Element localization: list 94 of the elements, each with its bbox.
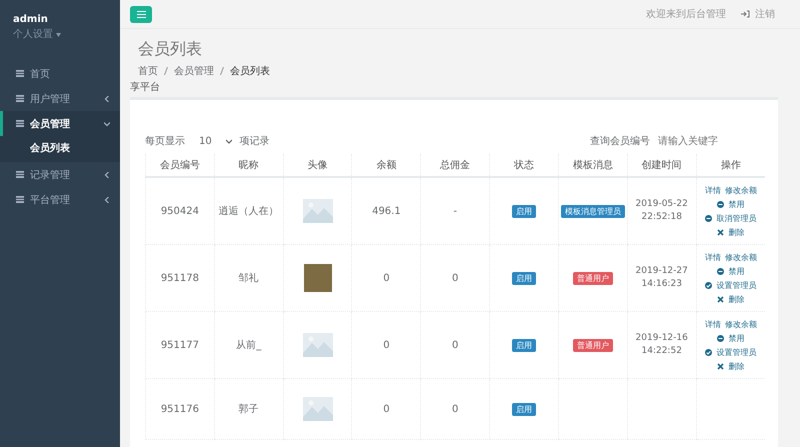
- balance: 496.1: [372, 206, 401, 216]
- action-link[interactable]: 删除: [728, 294, 744, 304]
- welcome-text: 欢迎来到后台管理: [646, 8, 726, 21]
- column-header: 昵称: [214, 154, 284, 177]
- ghost-text: 享平台: [130, 82, 160, 94]
- separator-icon: [164, 67, 168, 75]
- grid-icon: [16, 95, 24, 102]
- separator-icon: [220, 67, 224, 75]
- cross-icon: [717, 296, 724, 302]
- column-header: 会员编号: [146, 154, 214, 177]
- minus-circle-icon: [717, 334, 724, 342]
- member-id: 951176: [160, 404, 199, 414]
- action-link[interactable]: 修改余额: [724, 318, 757, 330]
- page-title: 会员列表: [138, 39, 203, 60]
- status-label: 启用: [512, 204, 536, 218]
- nav-item[interactable]: 用户管理: [0, 86, 120, 111]
- role-label: 普通用户: [572, 338, 613, 352]
- action-link[interactable]: 设置管理员: [716, 346, 756, 358]
- chevron-down-icon: [226, 138, 232, 144]
- nav-item[interactable]: 平台管理: [0, 187, 120, 212]
- member-id: 950424: [160, 206, 199, 216]
- column-header: 创建时间: [627, 154, 696, 177]
- column-header: 头像: [283, 154, 352, 177]
- column-header: 总佣金: [420, 154, 490, 177]
- search-field[interactable]: 请输入关键字: [656, 134, 730, 148]
- page-size-label: 每页显示: [145, 135, 185, 148]
- column-header: 余额: [352, 154, 421, 177]
- column-header: 模板消息: [558, 154, 628, 177]
- action-link[interactable]: 修改余额: [724, 184, 757, 196]
- grid-icon: [16, 171, 24, 178]
- caret-down-icon: [56, 33, 62, 37]
- minus-circle-icon: [717, 268, 724, 274]
- action-link[interactable]: 设置管理员: [716, 280, 756, 290]
- logout-icon: [741, 10, 750, 18]
- balance: 0: [383, 404, 390, 414]
- action-link[interactable]: 禁用: [728, 332, 744, 344]
- nickname: 逍逅（人在）: [218, 206, 279, 217]
- check-circle-icon: [705, 348, 712, 356]
- column-header: 操作: [696, 154, 765, 177]
- action-link[interactable]: 禁用: [728, 198, 744, 210]
- status-label: 启用: [512, 338, 536, 352]
- commission: 0: [452, 404, 458, 414]
- user-name: admin: [13, 14, 49, 25]
- grid-icon: [16, 70, 24, 77]
- grid-icon: [16, 196, 24, 203]
- balance: 0: [383, 340, 390, 350]
- cross-icon: [717, 228, 724, 236]
- member-id: 951178: [160, 272, 199, 284]
- page-size-suffix: 项记录: [240, 135, 270, 148]
- nickname: 邹礼: [238, 273, 259, 284]
- column-header: 状态: [490, 154, 558, 177]
- grid-icon: [16, 120, 24, 127]
- settings-link[interactable]: 个人设置: [13, 27, 120, 41]
- search-label: 查询会员编号: [590, 134, 650, 148]
- created-time: 2019-05-22 22:52:18: [636, 199, 688, 222]
- member-id: 951177: [160, 340, 199, 350]
- balance: 0: [383, 272, 390, 284]
- action-link[interactable]: 详情: [704, 318, 721, 330]
- menu-button[interactable]: [130, 6, 152, 22]
- action-link[interactable]: 删除: [728, 360, 744, 372]
- nav-item[interactable]: 会员管理: [0, 111, 120, 136]
- commission: 0: [452, 272, 458, 284]
- status-label: 启用: [512, 402, 536, 416]
- chevron-left-icon: [104, 96, 110, 102]
- nav-item[interactable]: 首页: [0, 61, 120, 86]
- nav-item[interactable]: 记录管理: [0, 162, 120, 187]
- breadcrumb-item[interactable]: 会员管理: [174, 64, 214, 78]
- minus-circle-icon: [705, 214, 712, 222]
- action-link[interactable]: 取消管理员: [716, 212, 756, 224]
- status-label: 启用: [512, 272, 536, 284]
- check-circle-icon: [705, 282, 712, 288]
- cross-icon: [717, 362, 724, 370]
- page-size-select[interactable]: 10: [191, 136, 234, 146]
- nickname: 从前_: [236, 340, 262, 351]
- created-time: 2019-12-16 14:22:52: [636, 333, 688, 356]
- action-link[interactable]: 详情: [704, 252, 721, 262]
- chevron-down-icon: [104, 120, 110, 126]
- menu-icon: [136, 10, 146, 18]
- commission: 0: [452, 340, 458, 350]
- action-link[interactable]: 详情: [704, 184, 721, 196]
- action-link[interactable]: 修改余额: [724, 252, 757, 262]
- action-link[interactable]: 删除: [728, 226, 744, 238]
- role-label: 模板消息管理员: [560, 204, 625, 218]
- created-time: 2019-12-27 14:16:23: [636, 266, 688, 289]
- commission: -: [453, 206, 458, 216]
- nickname: 郭子: [238, 404, 259, 415]
- chevron-left-icon: [104, 172, 110, 178]
- breadcrumb-item: 会员列表: [230, 64, 270, 78]
- chevron-left-icon: [104, 196, 110, 202]
- minus-circle-icon: [717, 200, 724, 208]
- nav-subitem[interactable]: 会员列表: [0, 136, 120, 162]
- breadcrumb-item[interactable]: 首页: [138, 64, 158, 78]
- action-link[interactable]: 禁用: [728, 266, 744, 276]
- role-label: 普通用户: [572, 272, 613, 284]
